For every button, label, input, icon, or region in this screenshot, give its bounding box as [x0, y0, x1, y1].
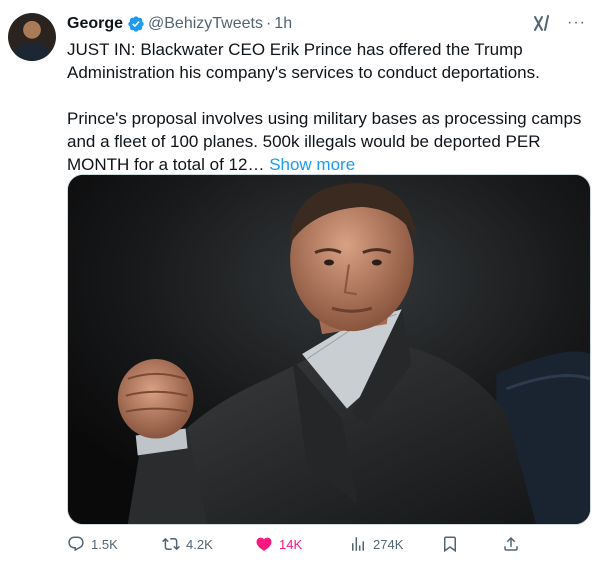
avatar-suit [14, 43, 50, 61]
separator-dot: · [265, 15, 272, 32]
reply-icon [67, 535, 85, 553]
author-name[interactable]: George [67, 15, 123, 33]
grok-icon[interactable] [533, 14, 551, 32]
timestamp[interactable]: 1h [274, 15, 292, 33]
tweet-actions: 1.5K 4.2K 14K 274K [67, 534, 527, 554]
bookmark-button[interactable] [441, 534, 459, 554]
reply-count: 1.5K [91, 536, 118, 552]
tweet-paragraph-2: Prince's proposal involves using militar… [67, 107, 592, 176]
repost-icon [162, 535, 180, 553]
bookmark-icon [441, 535, 459, 553]
like-button[interactable]: 14K [255, 534, 302, 554]
tweet-text: JUST IN: Blackwater CEO Erik Prince has … [67, 38, 592, 176]
share-icon [502, 535, 520, 553]
repost-button[interactable]: 4.2K [162, 534, 213, 554]
share-button[interactable] [502, 534, 520, 554]
show-more-link[interactable]: Show more [269, 155, 355, 174]
author-handle[interactable]: @BehizyTweets [148, 15, 263, 33]
verified-badge-icon [127, 15, 145, 33]
views-icon [349, 535, 367, 553]
tweet-paragraph-1: JUST IN: Blackwater CEO Erik Prince has … [67, 40, 540, 82]
more-icon[interactable]: ··· [567, 15, 586, 31]
reply-button[interactable]: 1.5K [67, 534, 118, 554]
heart-icon [255, 535, 273, 553]
tweet-photo[interactable] [67, 174, 591, 525]
views-button[interactable]: 274K [349, 534, 403, 554]
avatar[interactable] [8, 13, 56, 61]
tweet-top-actions: ··· [533, 14, 586, 32]
tweet: George @BehizyTweets · 1h ··· JUST IN: B… [0, 0, 600, 568]
tweet-header: George @BehizyTweets · 1h [67, 14, 292, 34]
repost-count: 4.2K [186, 536, 213, 552]
like-count: 14K [279, 536, 303, 552]
views-count: 274K [373, 536, 404, 552]
